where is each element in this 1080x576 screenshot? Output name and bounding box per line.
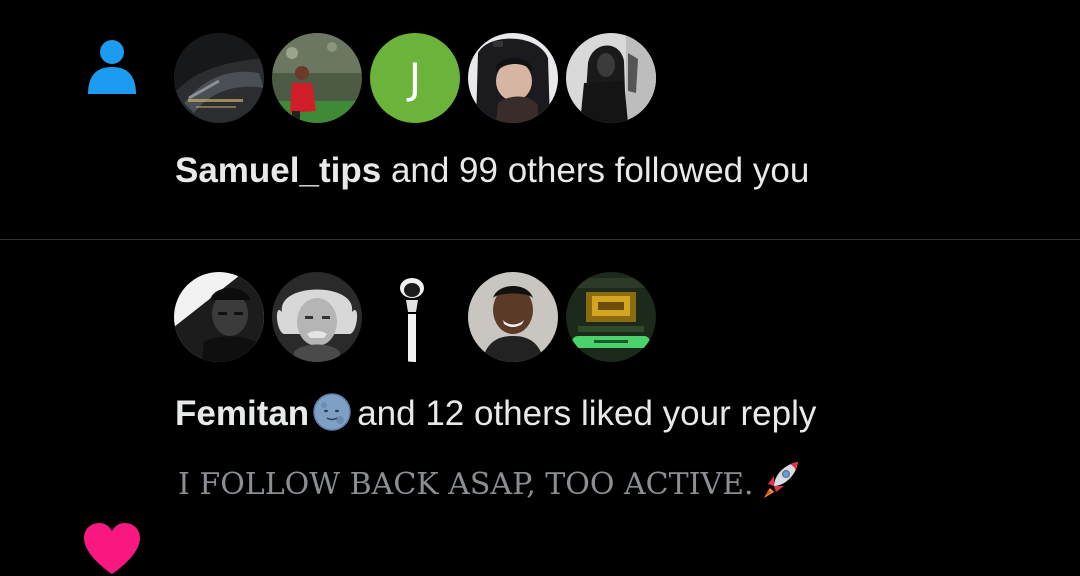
notification-text: Femitan and 12 others liked your reply — [175, 393, 816, 434]
actor-name[interactable]: Samuel_tips — [175, 151, 381, 190]
avatar-girl-photo[interactable] — [468, 33, 558, 123]
avatar-initial: J — [408, 53, 422, 103]
actor-name[interactable]: Femitan — [175, 394, 309, 433]
notification-text: Samuel_tips and 99 others followed you — [175, 151, 809, 191]
person-icon — [88, 40, 136, 94]
avatar-silhouette[interactable] — [370, 272, 460, 362]
moon-face-emoji-icon — [313, 393, 351, 431]
notification-follow[interactable]: J Samuel_tips and 99 others followed you — [0, 0, 1080, 239]
avatar-dark-photo[interactable] — [174, 33, 264, 123]
avatar-smiling-man[interactable] — [468, 272, 558, 362]
reply-preview[interactable]: I FOLLOW BACK ASAP, TOO ACTIVE. — [178, 458, 802, 505]
avatar-football-player[interactable] — [272, 33, 362, 123]
heart-icon — [84, 523, 140, 574]
rocket-emoji-icon — [763, 462, 798, 498]
avatar-letter-j[interactable]: J — [370, 33, 460, 123]
reply-preview-text: I FOLLOW BACK ASAP, TOO ACTIVE. — [178, 467, 754, 502]
avatar-einstein[interactable] — [272, 272, 362, 362]
notification-like[interactable]: Femitan and 12 others liked your reply I… — [0, 240, 1080, 574]
action-text: and 99 others followed you — [390, 151, 810, 190]
avatar-man-portrait[interactable] — [174, 272, 264, 362]
avatar-hooded-figure[interactable] — [566, 33, 656, 123]
avatar-game-screen[interactable] — [566, 272, 656, 362]
action-text: and 12 others liked your reply — [357, 394, 817, 433]
